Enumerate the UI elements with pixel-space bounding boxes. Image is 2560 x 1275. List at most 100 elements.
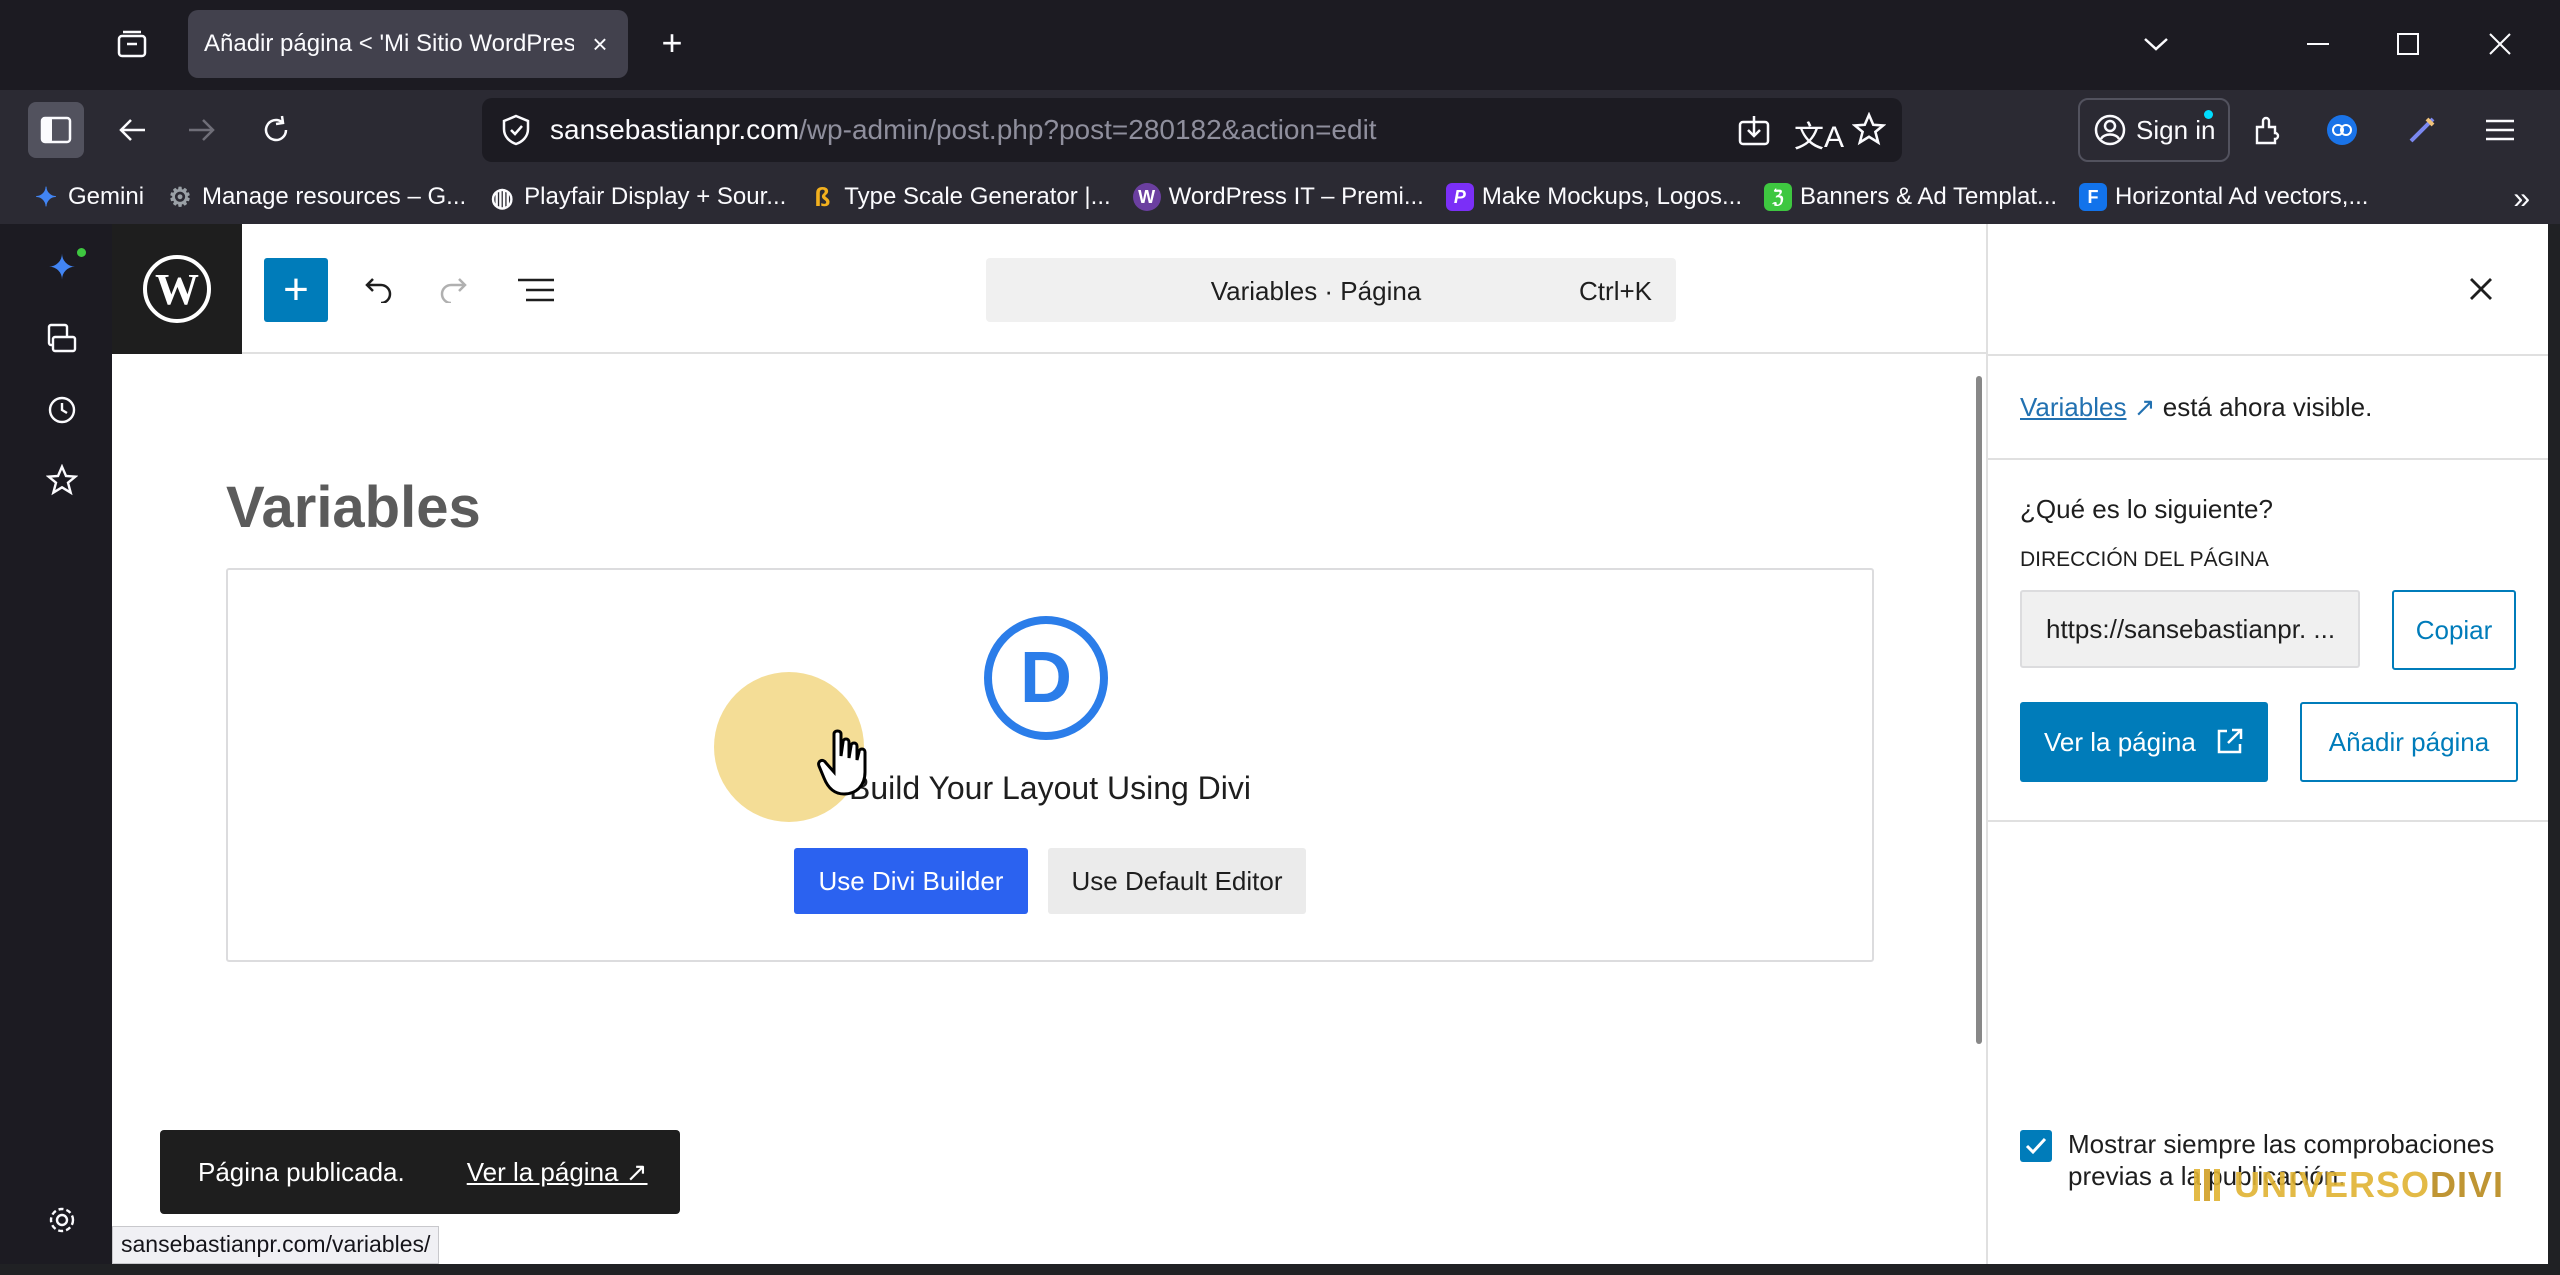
browser-sidebar: ✦ [0,224,112,1264]
translate-icon[interactable]: 文A [1794,112,1844,156]
hand-cursor-icon [816,728,872,798]
synced-tabs-icon[interactable] [40,316,84,360]
close-panel-icon[interactable] [2456,264,2506,314]
divider [1988,354,2548,356]
published-notice: Variables ↗ está ahora visible. [2020,392,2372,423]
bookmark-label: Make Mockups, Logos... [1481,183,1742,210]
gear-icon: ⚙ [168,181,192,212]
use-divi-builder-button[interactable]: Use Divi Builder [794,848,1028,914]
tab-title: Añadir página < 'Mi Sitio WordPress [204,30,574,57]
account-icon [2094,114,2126,146]
bookmark-type-scale[interactable]: ß Type Scale Generator |... [808,182,1111,212]
bookmark-label: Manage resources – G... [202,183,467,210]
command-palette-button[interactable]: Variables · Página Ctrl+K [986,258,1676,322]
document-title: Variables · Página [1210,276,1422,306]
url-text[interactable]: sansebastianpr.com/wp-admin/post.php?pos… [550,114,1377,146]
sign-in-button[interactable]: Sign in [2078,98,2230,162]
bookmark-banners[interactable]: ℨ Banners & Ad Templat... [1763,183,2058,211]
checkmark-icon [2025,1137,2047,1155]
wp-it-icon: W [1132,183,1161,211]
back-icon[interactable] [104,102,160,158]
bookmark-label: Playfair Display + Sour... [524,183,787,210]
minimize-icon[interactable] [2298,24,2338,64]
bookmark-manage-resources[interactable]: ⚙ Manage resources – G... [166,181,467,212]
site-security-icon[interactable] [500,114,532,151]
sidebar-toggle-icon[interactable] [28,102,84,158]
banner-icon: ℨ [1763,183,1792,211]
notification-dot [2204,110,2213,119]
divider [1988,458,2548,460]
document-overview-icon[interactable] [508,262,564,318]
browser-window: Añadir página < 'Mi Sitio WordPress × + [0,0,2560,1275]
bookmark-placeit[interactable]: P Make Mockups, Logos... [1445,183,1742,211]
tab-bar: Añadir página < 'Mi Sitio WordPress × + [0,0,2560,90]
redo-icon[interactable] [428,262,484,318]
link-preview-status: sansebastianpr.com/variables/ [112,1226,440,1264]
post-title[interactable]: Variables [226,474,481,541]
sidebar-settings-icon[interactable] [40,1198,84,1242]
url-bar[interactable]: sansebastianpr.com/wp-admin/post.php?pos… [482,98,1902,162]
add-page-button[interactable]: Añadir página [2300,702,2518,782]
copy-button[interactable]: Copiar [2392,590,2516,670]
translator-extension-icon[interactable] [2314,102,2370,158]
new-tab-icon[interactable]: + [652,24,692,64]
install-app-icon[interactable] [1738,114,1770,151]
url-path: /wp-admin/post.php?post=280182&action=ed… [799,114,1377,145]
history-icon[interactable] [40,388,84,432]
wordpress-logo-icon[interactable]: W [112,224,242,354]
bookmarks-bar: ✦ Gemini ⚙ Manage resources – G... ◍ Playfa… [0,170,2560,224]
divi-builder-placeholder: D Build Your Layout Using Divi Use Divi … [226,568,1874,962]
use-default-editor-button[interactable]: Use Default Editor [1048,848,1306,914]
bookmark-gemini[interactable]: ✦ Gemini [32,182,145,212]
bookmark-label: Banners & Ad Templat... [1799,183,2058,210]
snackbar-view-link[interactable]: Ver la página ↗ [467,1157,648,1188]
active-tab[interactable]: Añadir página < 'Mi Sitio WordPress × [188,10,628,78]
tab-close-icon[interactable]: × [586,30,614,58]
undo-icon[interactable] [348,262,404,318]
bookmark-wordpress-it[interactable]: W WordPress IT – Premi... [1132,183,1424,211]
bookmark-playfair[interactable]: ◍ Playfair Display + Sour... [488,182,787,212]
page-address-label: DIRECCIÓN DEL PÁGINA [2020,548,2269,571]
canvas-scrollbar[interactable] [1976,376,1982,1044]
divi-logo-letter: D [1020,638,1072,718]
post-link[interactable]: Variables [2020,392,2126,422]
bookmarks-sidebar-icon[interactable] [40,458,84,502]
placeit-icon: P [1445,183,1474,211]
universo-divi-logo-icon [2194,1169,2220,1201]
url-host: sansebastianpr.com [550,114,800,145]
post-publish-panel: Variables ↗ está ahora visible. ¿Qué es … [1986,224,2548,1264]
list-all-tabs-icon[interactable] [2136,24,2176,64]
tab-list-icon[interactable] [112,24,152,64]
svg-text:W: W [155,265,199,314]
freepik-icon: F [2079,183,2108,211]
gemini-sidebar-icon[interactable]: ✦ [40,246,86,290]
forward-icon[interactable] [174,102,230,158]
maximize-icon[interactable] [2388,24,2428,64]
block-inserter-button[interactable]: + [264,258,328,322]
whats-next-heading: ¿Qué es lo siguiente? [2020,494,2273,524]
bookmark-label: Type Scale Generator |... [844,183,1111,210]
snackbar-notice: Página publicada. Ver la página ↗ [160,1130,680,1214]
snackbar-text: Página publicada. [198,1156,405,1187]
more-bookmarks-icon[interactable]: » [2513,182,2530,216]
page-address-field[interactable]: https://sansebastianpr. ... [2020,590,2360,668]
view-page-button[interactable]: Ver la página [2020,702,2268,782]
bookmark-label: Horizontal Ad vectors,... [2115,183,2369,210]
wp-editor: W + Variables · Página Ctrl+K Variables … [112,224,2548,1264]
close-window-icon[interactable] [2480,24,2520,64]
menu-icon[interactable] [2472,102,2528,158]
reload-icon[interactable] [248,102,304,158]
prepublish-checkbox[interactable] [2020,1130,2052,1162]
watermark-part1: UNIVERSO [2234,1164,2431,1205]
bookmark-horizontal-ad[interactable]: F Horizontal Ad vectors,... [2079,183,2368,211]
view-page-label: Ver la página [2044,726,2196,757]
extensions-icon[interactable] [2240,102,2296,158]
external-link-icon [2217,728,2243,754]
bookmark-label: WordPress IT – Premi... [1168,183,1424,210]
divi-heading: Build Your Layout Using Divi [848,770,1251,806]
nav-bar: sansebastianpr.com/wp-admin/post.php?pos… [0,90,2560,170]
universo-divi-watermark: UNIVERSODIVI [2188,1164,2504,1206]
bookmark-star-icon[interactable] [1851,111,1887,151]
pen-extension-icon[interactable] [2394,102,2450,158]
bookmark-label: Gemini [68,183,145,210]
